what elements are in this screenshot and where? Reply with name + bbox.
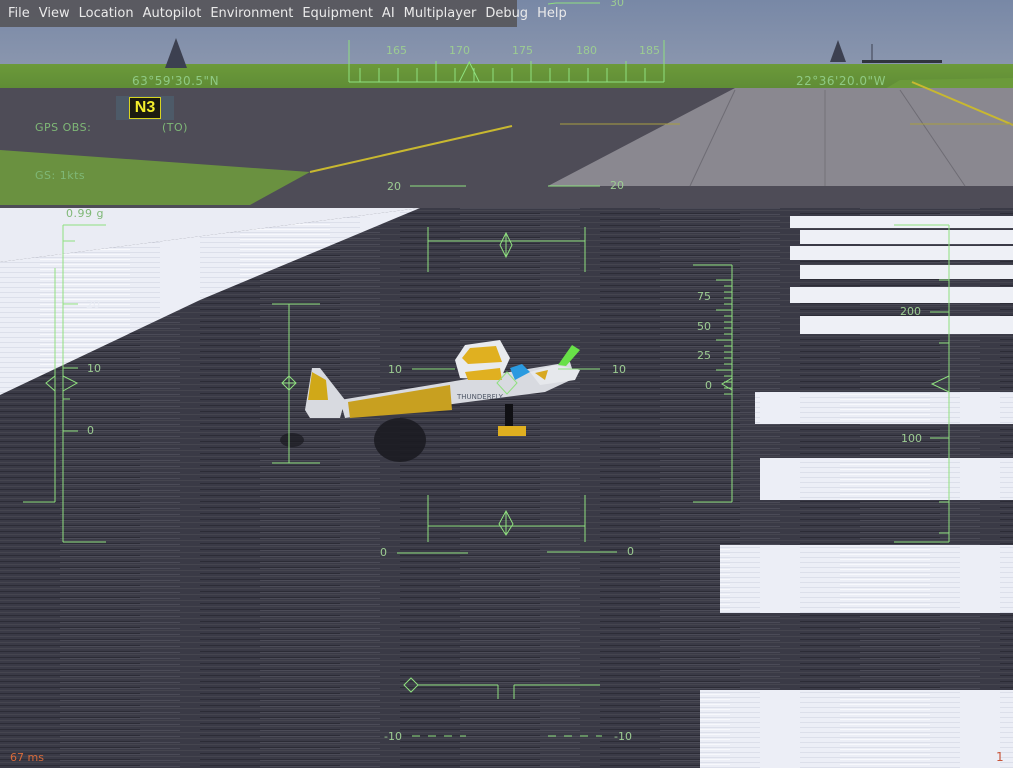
pitch-label: 10: [388, 363, 402, 376]
left-tape-label: 0: [87, 424, 94, 437]
altitude-tape: [894, 224, 950, 543]
vsi-label: 75: [697, 290, 711, 303]
left-tape-label: 10: [87, 362, 101, 375]
frame-latency: 67 ms: [10, 751, 44, 764]
menu-help[interactable]: Help: [533, 6, 571, 21]
menu-bar: File View Location Autopilot Environment…: [0, 0, 567, 27]
menu-ai[interactable]: AI: [378, 6, 399, 21]
menu-autopilot[interactable]: Autopilot: [139, 6, 206, 21]
longitude-readout: 22°36'20.0"W: [796, 74, 886, 88]
pitch-ladder: [397, 2, 617, 737]
aoa-scale: [272, 303, 320, 464]
bank-indicator: [403, 677, 600, 699]
pitch-label: -10: [384, 730, 402, 743]
pitch-label: 20: [610, 179, 624, 192]
status-counter: 1: [996, 750, 1004, 764]
ground-speed-readout: GS: 1kts: [35, 169, 86, 182]
menu-location[interactable]: Location: [75, 6, 138, 21]
menu-file[interactable]: File: [4, 6, 34, 21]
slip-indicator-upper: [427, 227, 586, 272]
altitude-label: 100: [901, 432, 922, 445]
airport-sign-text: N3: [129, 97, 161, 119]
pitch-label: 0: [627, 545, 634, 558]
heading-label: 175: [512, 44, 533, 57]
pitch-label: 20: [387, 180, 401, 193]
menu-view[interactable]: View: [35, 6, 74, 21]
heading-label: 180: [576, 44, 597, 57]
gps-obs-value: (TO): [162, 121, 188, 134]
slip-indicator-lower: [427, 495, 586, 542]
heading-label: 185: [639, 44, 660, 57]
pitch-label: 0: [380, 546, 387, 559]
vsi-label: 50: [697, 320, 711, 333]
flight-path-marker: [496, 371, 518, 395]
heading-label: 170: [449, 44, 470, 57]
vsi-label: 0: [705, 379, 712, 392]
heading-label: 165: [386, 44, 407, 57]
left-tape-label: 20: [86, 298, 100, 311]
vsi-label: 25: [697, 349, 711, 362]
left-tape: [23, 224, 106, 543]
latitude-readout: 63°59'30.5"N: [132, 74, 220, 88]
gps-obs-label: GPS OBS:: [35, 121, 92, 134]
menu-equipment[interactable]: Equipment: [298, 6, 377, 21]
pitch-label: 30: [610, 0, 624, 9]
altitude-label: 200: [900, 305, 921, 318]
pitch-label: 10: [612, 363, 626, 376]
menu-debug[interactable]: Debug: [481, 6, 532, 21]
menu-environment[interactable]: Environment: [206, 6, 297, 21]
heading-pointer: [458, 60, 480, 83]
g-load-readout: 0.99 g: [66, 207, 104, 220]
left-tape-pointer: [45, 375, 56, 392]
menu-multiplayer[interactable]: Multiplayer: [400, 6, 481, 21]
pitch-label: -10: [614, 730, 632, 743]
altitude-pointer: [930, 375, 950, 393]
airport-sign: N3: [116, 96, 174, 120]
